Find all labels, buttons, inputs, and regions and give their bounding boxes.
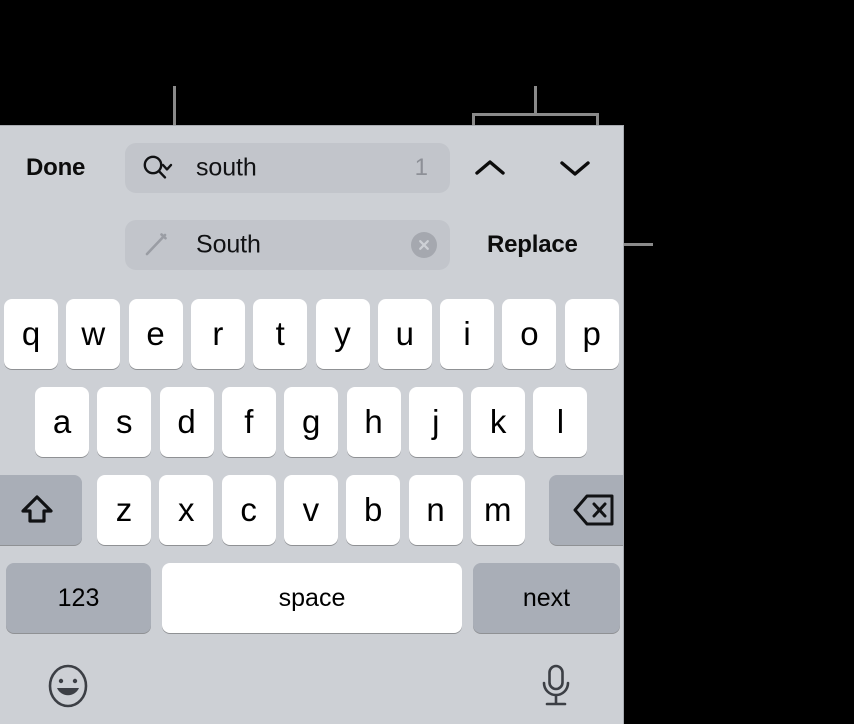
key-j[interactable]: j (408, 387, 463, 457)
next-match-button[interactable] (553, 151, 597, 185)
key-x[interactable]: x (159, 475, 214, 545)
keyboard-row-2: asdfghjkl (0, 381, 623, 469)
find-bar-row: Done south 1 (0, 143, 623, 193)
callout-bracket-tick-right (596, 113, 599, 125)
keyboard-utility-bar (0, 647, 623, 724)
chevron-up-icon (475, 160, 505, 175)
keyboard-row-4: 123 space next (0, 557, 623, 645)
virtual-keyboard: qwertyuiop asdfghjkl zxcvb n m 123 space… (0, 293, 623, 645)
key-z[interactable]: z (97, 475, 151, 545)
callout-bracket-bar-nav (472, 113, 599, 116)
search-input[interactable]: south 1 (125, 143, 450, 193)
key-y[interactable]: y (315, 299, 370, 369)
key-e[interactable]: e (128, 299, 183, 369)
replace-bar-row: South Replace (0, 220, 623, 270)
callout-bracket-tick-left (472, 113, 475, 125)
done-button[interactable]: Done (26, 154, 85, 182)
replace-input-value: South (196, 230, 261, 259)
key-v[interactable]: v (283, 475, 338, 545)
emoji-smiley-icon (48, 664, 88, 708)
key-d[interactable]: d (159, 387, 214, 457)
key-a[interactable]: a (35, 387, 89, 457)
delete-key[interactable] (549, 475, 623, 545)
magnifier-chevron-icon[interactable] (142, 153, 176, 183)
key-b[interactable]: b (346, 475, 401, 545)
key-u[interactable]: u (377, 299, 432, 369)
numbers-key[interactable]: 123 (6, 563, 151, 633)
callout-bracket-stem-nav (534, 86, 537, 116)
key-p[interactable]: p (564, 299, 619, 369)
shift-key[interactable] (0, 475, 82, 545)
replace-button[interactable]: Replace (487, 231, 578, 259)
microphone-icon (542, 664, 570, 706)
previous-match-button[interactable] (468, 151, 512, 185)
key-h[interactable]: h (346, 387, 401, 457)
key-q[interactable]: q (4, 299, 58, 369)
replace-input[interactable]: South (125, 220, 450, 270)
delete-backspace-icon (572, 493, 616, 527)
search-input-value: south (196, 153, 257, 182)
key-c[interactable]: c (221, 475, 276, 545)
key-s[interactable]: s (97, 387, 152, 457)
key-t[interactable]: t (253, 299, 308, 369)
emoji-button[interactable] (43, 661, 93, 711)
key-k[interactable]: k (471, 387, 526, 457)
match-count: 1 (414, 154, 428, 181)
key-m[interactable]: m (470, 475, 525, 545)
keyboard-row-3: zxcvbnm (0, 469, 623, 557)
key-o[interactable]: o (502, 299, 557, 369)
clear-replace-button[interactable] (411, 232, 437, 258)
key-w[interactable]: w (66, 299, 121, 369)
key-r[interactable]: r (190, 299, 245, 369)
key-f[interactable]: f (221, 387, 276, 457)
keyboard-panel: Done south 1 South Replace q w e r t y u… (0, 125, 624, 724)
key-l[interactable]: l (533, 387, 588, 457)
microphone-button[interactable] (531, 661, 581, 711)
shift-arrow-icon (19, 492, 55, 528)
key-g[interactable]: g (284, 387, 339, 457)
key-i[interactable]: i (440, 299, 495, 369)
space-key[interactable]: space (162, 563, 462, 633)
key-n[interactable]: n (408, 475, 463, 545)
chevron-down-icon (560, 161, 590, 176)
next-key[interactable]: next (473, 563, 620, 633)
close-icon (419, 240, 429, 250)
keyboard-row-1: qwertyuiop (0, 293, 623, 381)
pencil-icon (142, 230, 176, 260)
